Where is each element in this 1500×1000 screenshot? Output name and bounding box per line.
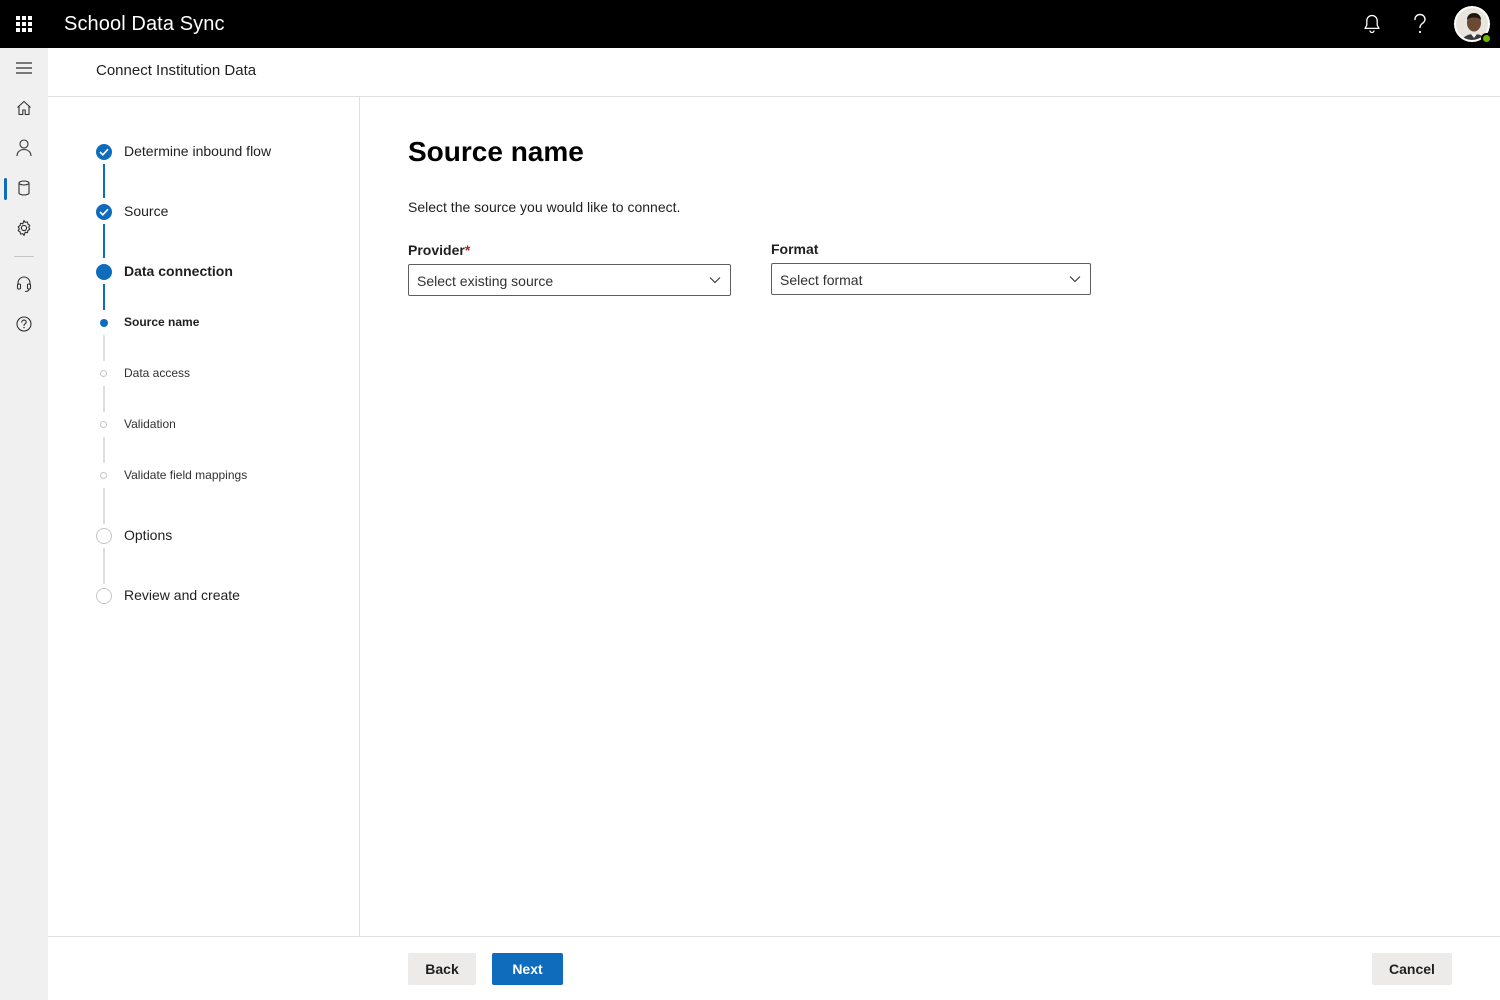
section-title: Source name [408,136,584,167]
page-title: Connect Institution Data [96,62,257,79]
step-label: Data access [124,366,191,380]
left-nav-rail [0,48,48,1000]
step-label: Data connection [124,263,233,279]
step-connector [103,548,105,584]
step-label: Options [124,527,173,543]
format-label: Format [771,241,819,257]
pending-substep-dot [100,421,107,428]
top-bar: School Data Sync [0,0,1500,48]
chevron-down-icon [1069,276,1081,283]
next-button[interactable]: Next [492,953,563,985]
chevron-down-icon [709,277,721,284]
page-header: Connect Institution Data [48,48,1500,97]
step-connector [103,488,105,524]
step-label: Source name [124,315,200,329]
format-dropdown-value: Select format [780,272,863,288]
check-icon [96,144,112,160]
step-connector [103,386,105,412]
rail-divider [14,256,34,257]
home-icon[interactable] [0,88,48,128]
app-title: School Data Sync [64,12,225,35]
database-icon[interactable] [0,168,48,208]
presence-badge [1481,33,1492,44]
wizard-footer: Back Next Cancel [48,936,1500,1000]
person-icon[interactable] [0,128,48,168]
current-step-indicator [96,264,112,280]
pending-step-indicator [96,588,112,604]
provider-dropdown[interactable]: Select existing source [408,264,731,296]
step-connector [103,437,105,463]
provider-label-text: Provider [408,242,465,258]
step-label: Source [124,203,169,219]
gear-icon[interactable] [0,208,48,248]
provider-label: Provider* [408,242,470,258]
waffle-icon[interactable] [0,0,48,48]
section-description: Select the source you would like to conn… [408,199,681,215]
step-connector [103,224,105,258]
cancel-button[interactable]: Cancel [1372,953,1452,985]
back-button[interactable]: Back [408,953,476,985]
step-label: Review and create [124,587,240,603]
help-circle-icon[interactable] [0,304,48,344]
wizard-steps-panel: Determine inbound flow Source Data conne… [48,97,360,936]
current-substep-dot [100,319,108,327]
step-connector [103,335,105,361]
provider-dropdown-value: Select existing source [417,273,554,289]
step-label: Validation [124,417,176,431]
pending-step-indicator [96,528,112,544]
headset-icon[interactable] [0,264,48,304]
pending-substep-dot [100,472,107,479]
step-connector [103,164,105,198]
step-label: Determine inbound flow [124,143,272,159]
pending-substep-dot [100,370,107,377]
avatar[interactable] [1444,0,1500,48]
check-icon [96,204,112,220]
format-dropdown[interactable]: Select format [771,263,1091,295]
bell-icon[interactable] [1348,0,1396,48]
menu-icon[interactable] [0,48,48,88]
step-connector [103,284,105,310]
required-mark: * [464,242,471,258]
step-label: Validate field mappings [124,468,248,482]
help-icon[interactable] [1396,0,1444,48]
